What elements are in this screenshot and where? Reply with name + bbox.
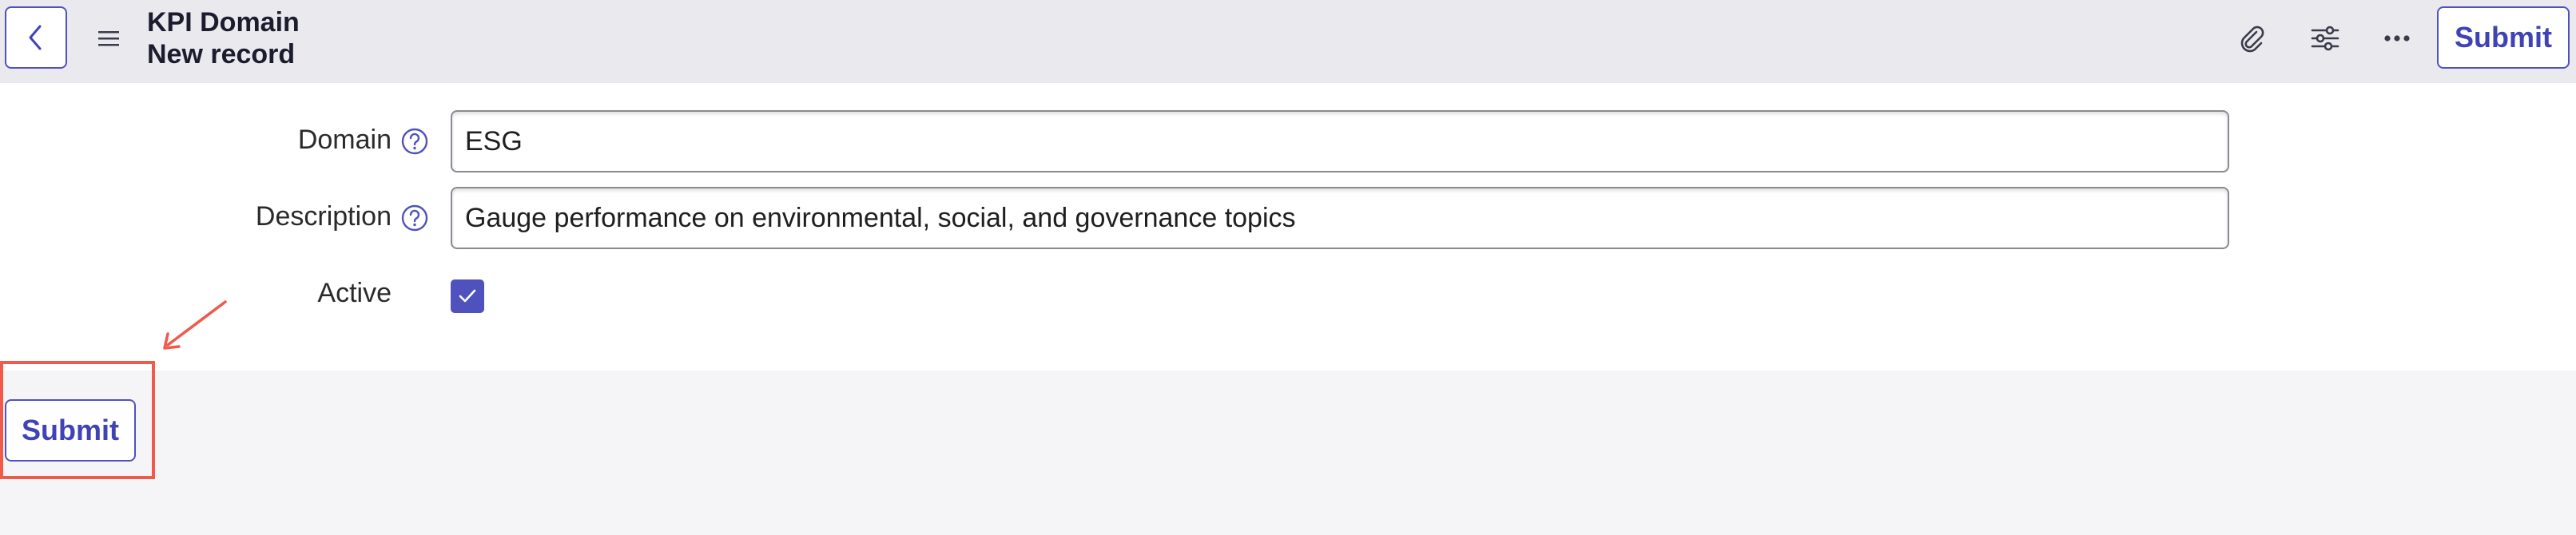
active-checkbox[interactable] <box>451 279 484 313</box>
back-button[interactable] <box>5 6 67 69</box>
question-circle-icon[interactable] <box>400 203 430 233</box>
form-header: KPI Domain New record Submit <box>0 0 2576 83</box>
active-row: Active <box>0 264 2576 327</box>
more-horizontal-icon <box>2384 35 2410 42</box>
description-field[interactable] <box>451 187 2229 249</box>
domain-label: Domain <box>297 125 392 155</box>
domain-row: Domain <box>0 110 2576 174</box>
annotation-arrow-icon <box>163 300 227 350</box>
header-submit-button[interactable]: Submit <box>2437 6 2570 69</box>
checkmark-icon <box>459 289 476 303</box>
question-circle-icon[interactable] <box>400 126 430 157</box>
footer-submit-button[interactable]: Submit <box>5 399 136 462</box>
active-label: Active <box>317 278 392 308</box>
personalize-form-button[interactable] <box>2308 21 2343 56</box>
record-type-title: KPI Domain <box>147 7 300 38</box>
attachment-button[interactable] <box>2234 21 2269 56</box>
paperclip-icon <box>2240 26 2264 53</box>
description-label: Description <box>255 201 392 232</box>
form-footer <box>0 371 2576 535</box>
hamburger-menu-icon[interactable] <box>94 24 123 53</box>
description-row: Description <box>0 187 2576 251</box>
sliders-icon <box>2311 26 2339 51</box>
page-title: KPI Domain New record <box>147 6 300 70</box>
domain-field[interactable] <box>451 110 2229 172</box>
chevron-left-icon <box>29 25 42 50</box>
record-subtitle: New record <box>147 39 296 69</box>
more-options-button[interactable] <box>2379 21 2415 56</box>
record-form: Domain Description Active <box>0 83 2576 371</box>
